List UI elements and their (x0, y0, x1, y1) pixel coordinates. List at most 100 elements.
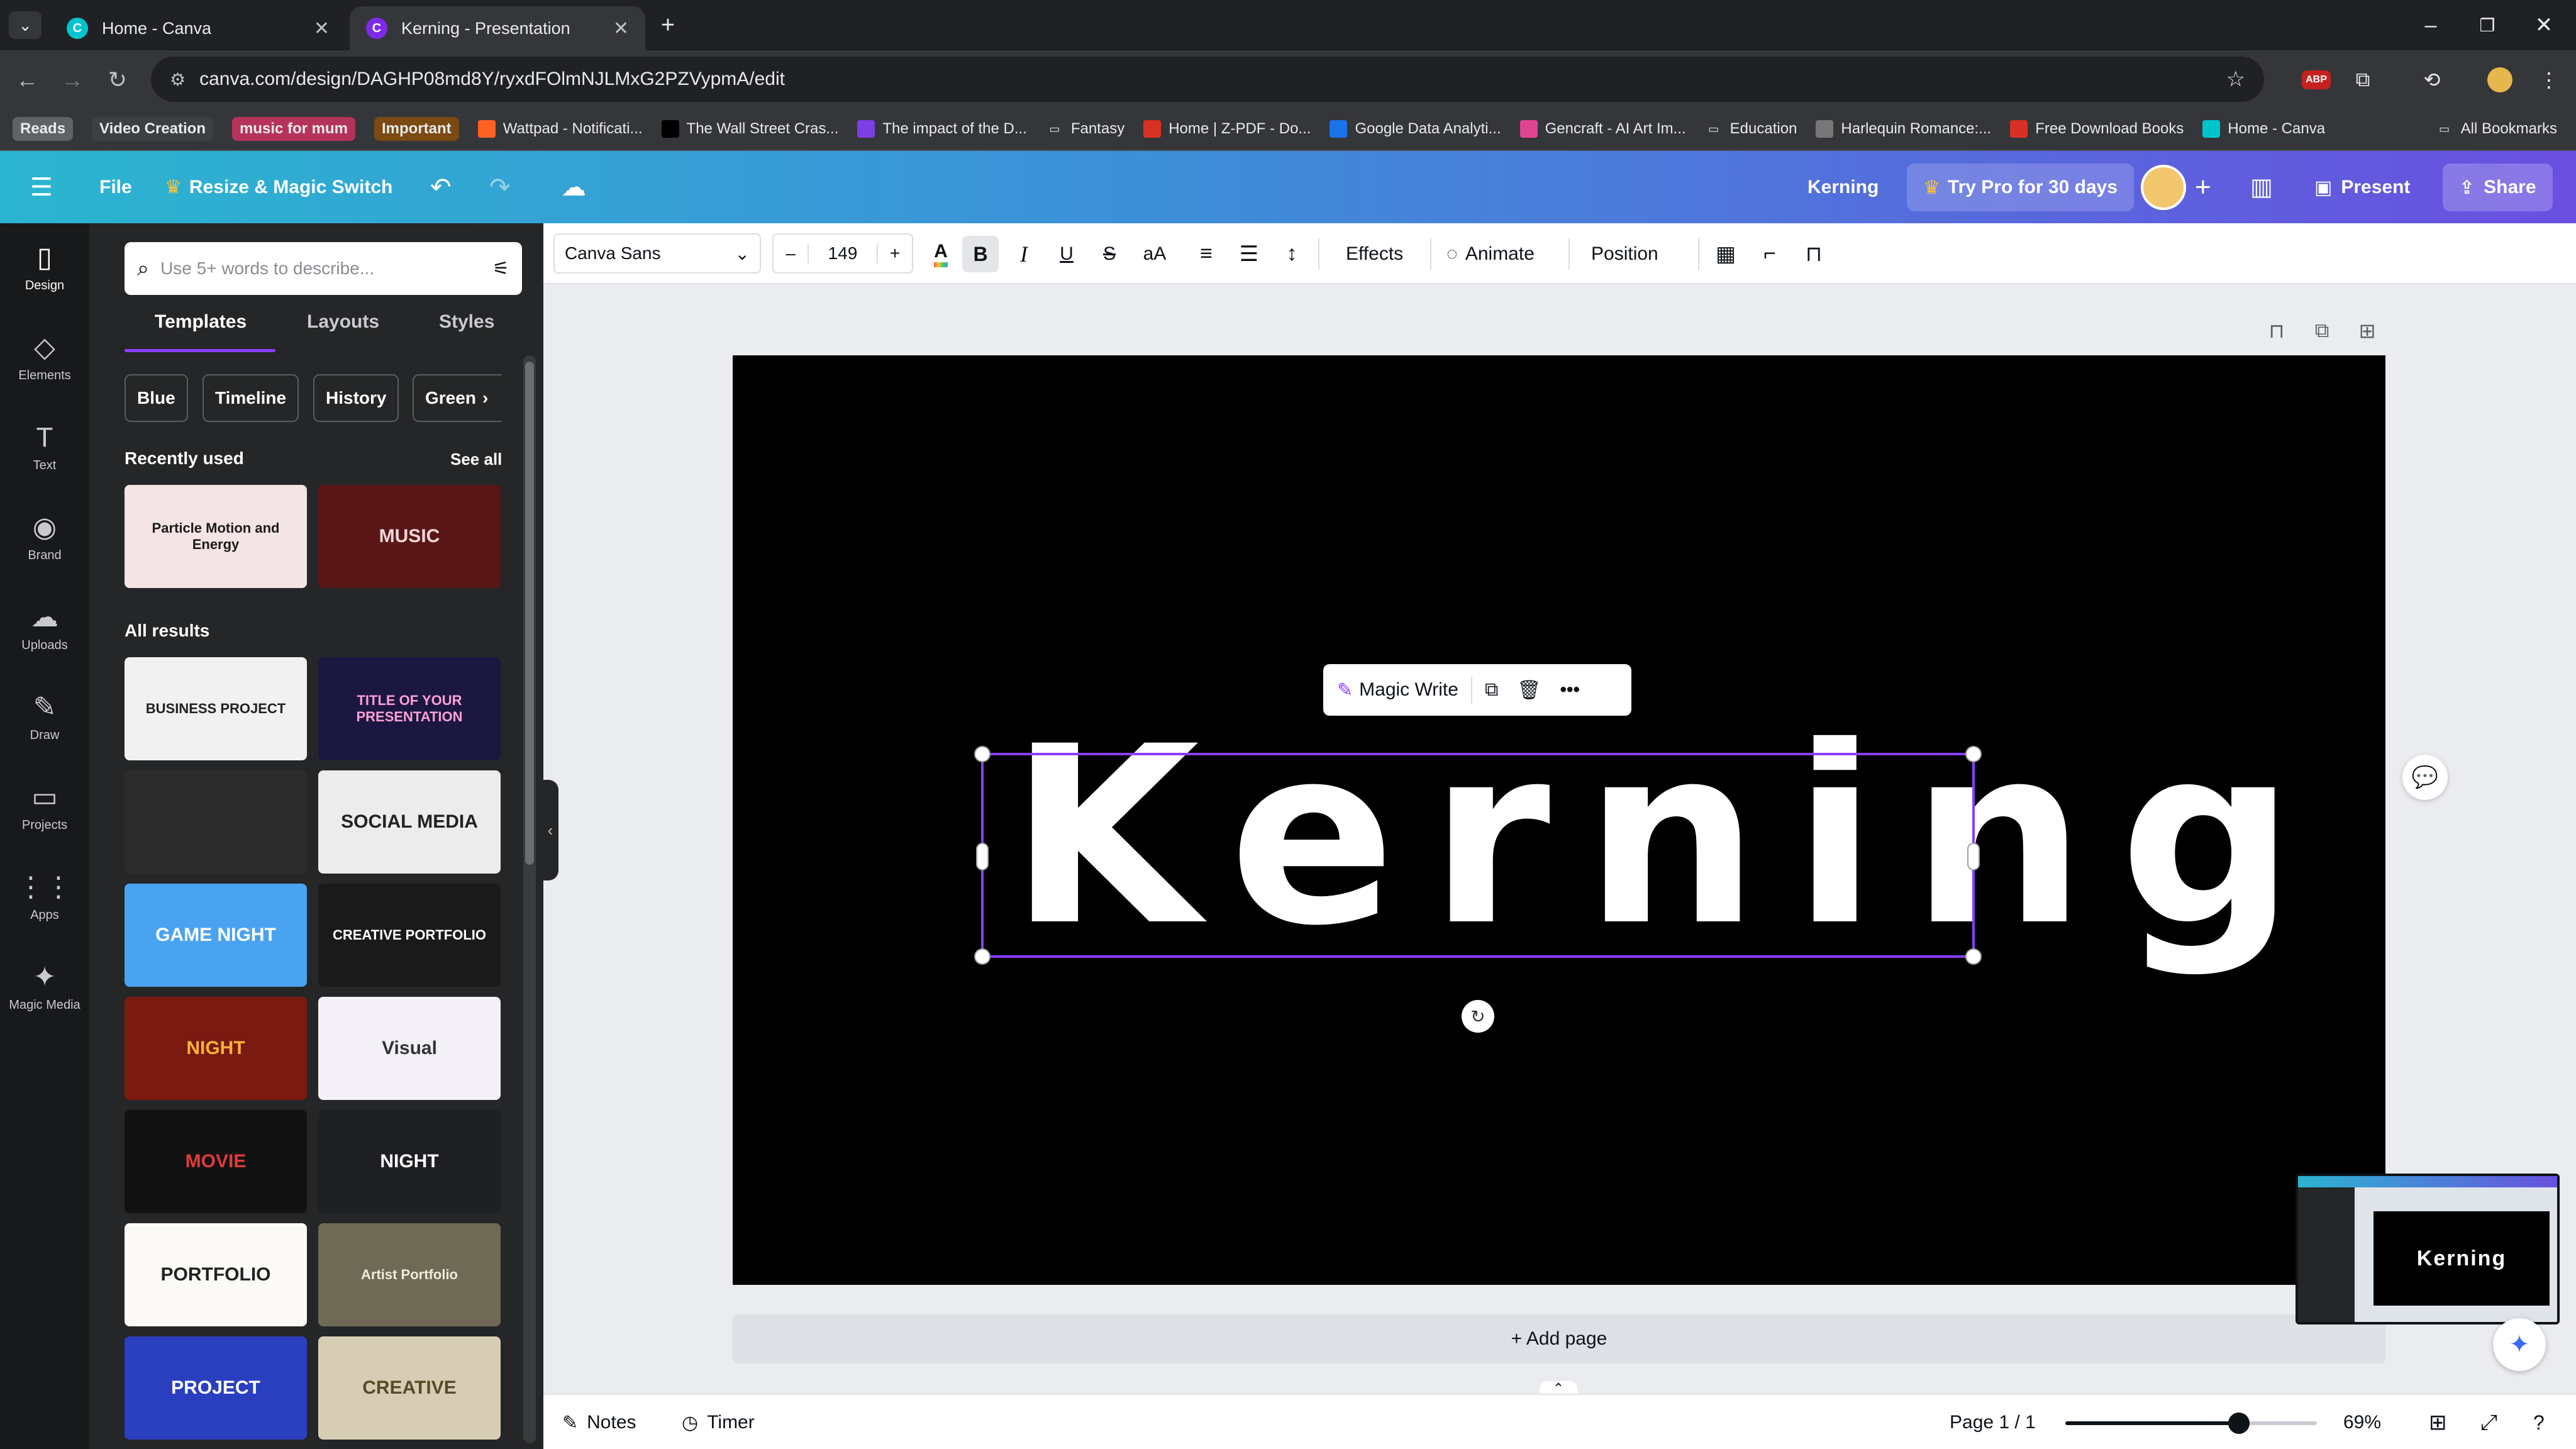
resize-handle-left[interactable] (977, 844, 987, 869)
resize-magic-switch-button[interactable]: ♛ Resize & Magic Switch (165, 151, 392, 223)
template-thumbnail[interactable]: MOVIE (125, 1110, 307, 1213)
new-tab-icon[interactable]: + (654, 11, 682, 39)
rail-item-apps[interactable]: ⋮⋮ Apps (0, 853, 89, 941)
chevron-right-icon[interactable]: › (482, 388, 488, 408)
template-thumbnail[interactable]: Artist Portfolio (318, 1223, 501, 1326)
bookmark-item[interactable]: music for mum (231, 117, 356, 141)
tab-styles[interactable]: Styles (439, 311, 494, 333)
template-thumbnail[interactable]: Particle Motion and Energy (125, 485, 307, 588)
rotate-handle-icon[interactable]: ↻ (1462, 1000, 1494, 1033)
grid-view-icon[interactable]: ⊞ (2429, 1395, 2447, 1449)
minimize-icon[interactable]: – (2402, 9, 2459, 42)
tab-templates[interactable]: Templates (155, 311, 247, 333)
page-indicator[interactable]: Page 1 / 1 (1950, 1395, 2036, 1449)
list-icon[interactable]: ☰ (1235, 223, 1263, 284)
rail-item-uploads[interactable]: ☁ Uploads (0, 583, 89, 671)
effects-button[interactable]: Effects (1346, 223, 1403, 284)
filter-icon[interactable]: ⚟ (492, 258, 509, 280)
all-bookmarks-button[interactable]: ▭ All Bookmarks (2436, 120, 2557, 138)
increase-font-size-button[interactable]: + (877, 243, 912, 264)
profile-avatar[interactable] (2485, 65, 2514, 94)
history-icon[interactable]: ⟲ (2418, 65, 2446, 94)
collaborator-avatar[interactable] (2141, 165, 2186, 210)
reload-icon[interactable]: ↻ (102, 64, 133, 96)
text-color-icon[interactable]: A (922, 223, 960, 284)
notes-button[interactable]: ✎ Notes (562, 1395, 636, 1449)
present-button[interactable]: ▣ Present (2298, 164, 2426, 211)
add-page-icon[interactable]: ⊞ (2355, 318, 2380, 343)
share-button[interactable]: ⇪ Share (2443, 164, 2553, 211)
bookmark-star-icon[interactable]: ☆ (2226, 67, 2245, 92)
timer-button[interactable]: ◷ Timer (682, 1395, 755, 1449)
font-family-select[interactable]: Canva Sans ⌄ (553, 233, 761, 274)
bookmark-item[interactable]: Gencraft - AI Art Im... (1519, 120, 1686, 138)
bookmark-item[interactable]: Home | Z-PDF - Do... (1143, 120, 1311, 138)
see-all-link[interactable]: See all (450, 450, 502, 469)
try-pro-button[interactable]: ♛ Try Pro for 30 days (1907, 164, 2135, 211)
bold-icon[interactable]: B (962, 236, 999, 272)
resize-handle-bottom-left[interactable] (975, 950, 989, 963)
animate-button[interactable]: ◌ Animate (1446, 223, 1535, 284)
template-thumbnail[interactable]: GAME NIGHT (125, 884, 307, 987)
fullscreen-icon[interactable]: ⤢ (2480, 1395, 2497, 1449)
letter-case-icon[interactable]: aA (1137, 223, 1172, 284)
template-thumbnail[interactable] (125, 770, 307, 874)
collapse-panel-handle[interactable]: ‹ (542, 780, 558, 880)
redo-icon[interactable]: ↷ (489, 151, 511, 223)
decrease-font-size-button[interactable]: – (774, 243, 809, 264)
template-thumbnail[interactable]: PORTFOLIO (125, 1223, 307, 1326)
restore-icon[interactable]: ❐ (2459, 9, 2516, 42)
lock-icon[interactable]: ⊓ (1799, 223, 1829, 284)
extensions-icon[interactable]: ⧉ (2348, 65, 2377, 94)
rail-item-elements[interactable]: ◇ Elements (0, 313, 89, 401)
zoom-slider[interactable] (2065, 1413, 2317, 1434)
template-thumbnail[interactable]: CREATIVE PORTFOLIO (318, 884, 501, 987)
filter-chip-blue[interactable]: Blue (125, 374, 188, 422)
align-center-icon[interactable]: ≡ (1192, 223, 1220, 284)
position-button[interactable]: Position (1591, 223, 1658, 284)
delete-icon[interactable]: 🗑 (1517, 679, 1541, 701)
bookmark-item[interactable]: Google Data Analyti... (1330, 120, 1501, 138)
bookmark-item[interactable]: Wattpad - Notificati... (477, 120, 643, 138)
template-thumbnail[interactable]: CREATIVE (318, 1336, 501, 1440)
bookmark-item[interactable]: ▭ Education (1705, 120, 1797, 138)
rail-item-magic-media[interactable]: ✦ Magic Media (0, 943, 89, 1031)
close-window-icon[interactable]: ✕ (2516, 9, 2572, 42)
close-tab-icon[interactable]: ✕ (314, 18, 330, 40)
bookmark-item[interactable]: Free Download Books (2010, 120, 2184, 138)
bookmark-item[interactable]: Important (374, 117, 459, 141)
rail-item-design[interactable]: ▯ Design (0, 223, 89, 311)
adblock-extension-icon[interactable]: ABP (2302, 65, 2331, 94)
add-comment-icon[interactable]: 💬 (2402, 755, 2448, 800)
magic-write-button[interactable]: Magic Write (1359, 679, 1458, 701)
transparency-icon[interactable]: ▦ (1711, 223, 1741, 284)
main-menu-icon[interactable]: ☰ (30, 151, 53, 223)
rail-item-brand[interactable]: ◉ Brand (0, 493, 89, 581)
scrollbar-thumb[interactable] (525, 362, 534, 865)
duplicate-icon[interactable]: ⧉ (1485, 679, 1498, 701)
document-title[interactable]: Kerning (1807, 151, 1879, 223)
insights-chart-icon[interactable]: ▥ (2250, 151, 2273, 223)
tab-layouts[interactable]: Layouts (307, 311, 379, 333)
template-thumbnail[interactable]: SOCIAL MEDIA (318, 770, 501, 874)
address-bar[interactable]: ⚙ canva.com/design/DAGHP08md8Y/ryxdFOlmN… (151, 57, 2264, 102)
template-thumbnail[interactable]: TITLE OF YOUR PRESENTATION (318, 657, 501, 760)
resize-handle-top-left[interactable] (975, 747, 989, 761)
template-thumbnail[interactable]: BUSINESS PROJECT (125, 657, 307, 760)
rail-item-text[interactable]: T Text (0, 403, 89, 491)
back-icon[interactable]: ← (11, 64, 43, 96)
browser-tab-kerning[interactable]: C Kerning - Presentation ✕ (350, 6, 645, 50)
spacing-icon[interactable]: ↕ (1278, 223, 1306, 284)
template-thumbnail[interactable]: NIGHT (125, 997, 307, 1100)
zoom-slider-knob[interactable] (2228, 1413, 2250, 1434)
filter-chip-timeline[interactable]: Timeline (203, 374, 299, 422)
undo-icon[interactable]: ↶ (430, 151, 452, 223)
lock-page-icon[interactable]: ⊓ (2264, 318, 2289, 343)
tab-list-dropdown[interactable]: ⌄ (9, 11, 42, 39)
duplicate-page-icon[interactable]: ⧉ (2309, 318, 2334, 343)
resize-handle-bottom-right[interactable] (1967, 950, 1980, 963)
site-info-icon[interactable]: ⚙ (170, 69, 186, 90)
rail-item-draw[interactable]: ✎ Draw (0, 673, 89, 761)
cloud-saved-icon[interactable]: ☁ (561, 151, 586, 223)
more-options-icon[interactable]: ••• (1560, 679, 1580, 701)
